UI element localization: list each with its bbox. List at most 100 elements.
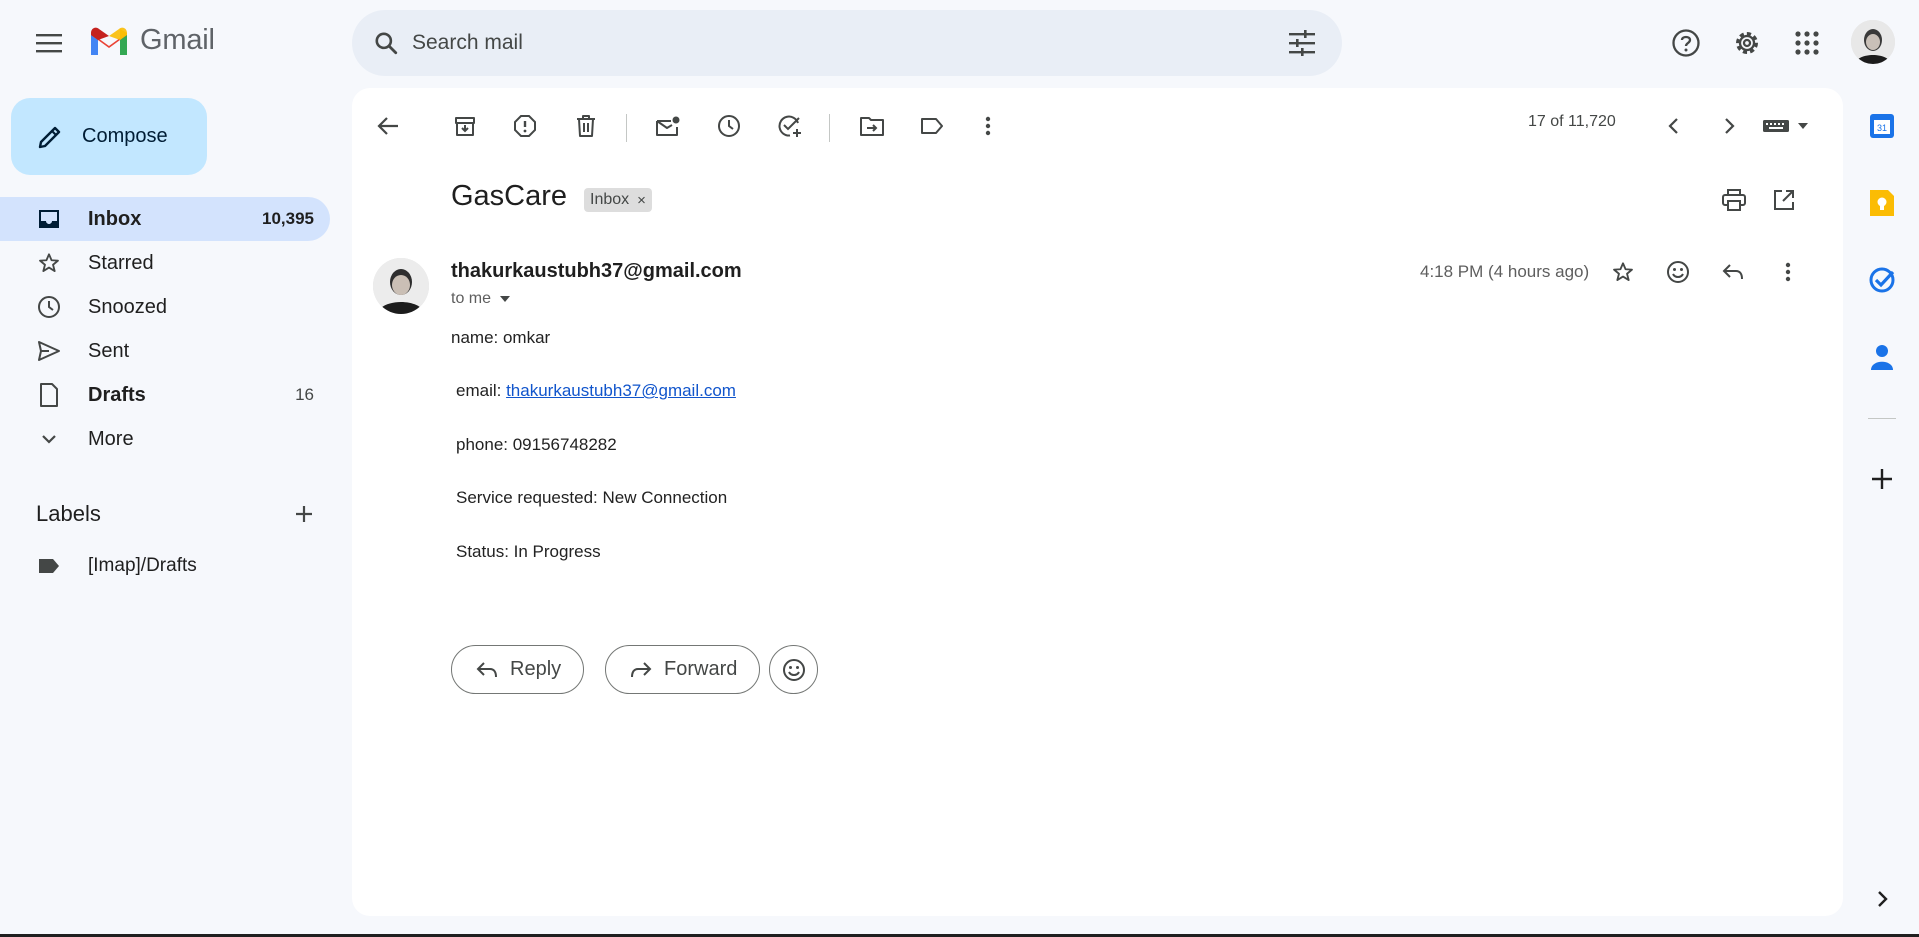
tasks-icon[interactable] (1864, 262, 1900, 298)
email-link[interactable]: thakurkaustubh37@gmail.com (506, 381, 736, 400)
emoji-icon (1667, 261, 1689, 283)
react-emoji-button[interactable] (769, 645, 818, 694)
back-button[interactable] (366, 104, 410, 148)
reply-label: Reply (510, 658, 562, 680)
app-name: Gmail (140, 24, 215, 56)
inbox-icon (36, 206, 62, 232)
labels-header: Labels (36, 498, 322, 530)
star-button[interactable] (1601, 250, 1645, 294)
gear-icon[interactable] (1723, 19, 1771, 67)
get-addons-icon[interactable] (1864, 461, 1900, 497)
more-options-button[interactable] (966, 104, 1010, 148)
main-menu-button[interactable] (25, 19, 73, 67)
search-input[interactable] (412, 31, 1232, 55)
sender-avatar[interactable] (373, 258, 429, 314)
add-reaction-button[interactable] (1656, 250, 1700, 294)
label-tag-icon (36, 553, 62, 579)
search-icon[interactable] (366, 23, 406, 63)
labels-title: Labels (36, 501, 101, 526)
labels-button[interactable] (910, 104, 954, 148)
printer-icon (1722, 189, 1746, 211)
sidebar-item-label: More (88, 427, 134, 450)
newer-button[interactable] (1652, 104, 1696, 148)
compose-label: Compose (82, 125, 168, 147)
caret-down-icon (1798, 123, 1808, 129)
sidebar-item-drafts[interactable]: Drafts 16 (0, 373, 330, 417)
sender-email[interactable]: thakurkaustubh37@gmail.com (451, 260, 742, 283)
apps-grid-icon[interactable] (1783, 19, 1831, 67)
gmail-logo[interactable]: Gmail (88, 24, 215, 57)
message-view: 17 of 11,720 GasCare Inbox × thakurkaust… (352, 88, 1843, 916)
archive-button[interactable] (443, 104, 487, 148)
forward-icon (631, 661, 652, 677)
help-icon[interactable] (1662, 19, 1710, 67)
move-to-button[interactable] (850, 104, 894, 148)
delete-button[interactable] (564, 104, 608, 148)
keep-notes-icon[interactable] (1864, 185, 1900, 221)
body-line-email: email: thakurkaustubh37@gmail.com (456, 381, 736, 401)
chevron-down-icon (36, 426, 62, 452)
open-new-window-button[interactable] (1762, 178, 1806, 222)
contacts-icon[interactable] (1864, 339, 1900, 375)
body-line-phone: phone: 09156748282 (456, 435, 617, 454)
account-avatar[interactable] (1851, 20, 1895, 64)
show-side-panel-icon[interactable] (1864, 881, 1900, 917)
remove-label-icon[interactable]: × (637, 192, 646, 209)
compose-button[interactable]: Compose (11, 98, 207, 175)
reply-button[interactable]: Reply (451, 645, 585, 694)
chevron-left-icon (1668, 118, 1678, 134)
sidebar-item-sent[interactable]: Sent (0, 329, 330, 373)
message-more-button[interactable] (1766, 250, 1810, 294)
snooze-button[interactable] (707, 104, 751, 148)
report-spam-button[interactable] (503, 104, 547, 148)
sidebar-item-label: Snoozed (88, 295, 167, 318)
sidebar-item-label: Sent (88, 339, 130, 362)
print-all-button[interactable] (1712, 178, 1756, 222)
reply-icon (476, 661, 497, 677)
email-subject: GasCare (451, 180, 568, 212)
sidebar-item-label: Starred (88, 251, 154, 274)
label-icon (921, 118, 943, 134)
mark-unread-button[interactable] (646, 104, 690, 148)
spam-alert-icon (514, 115, 536, 137)
search-options-icon[interactable] (1286, 27, 1318, 59)
inbox-label-chip[interactable]: Inbox × (584, 188, 652, 212)
label-item-imap-drafts[interactable]: [Imap]/Drafts (0, 544, 330, 588)
reply-icon-button[interactable] (1711, 250, 1755, 294)
plus-icon (296, 506, 312, 522)
body-line-service: Service requested: New Connection (456, 488, 728, 507)
search-bar[interactable] (352, 10, 1342, 76)
sidebar-item-snoozed[interactable]: Snoozed (0, 285, 330, 329)
body-line-name: name: omkar (451, 328, 551, 347)
calendar-icon[interactable]: 31 (1864, 108, 1900, 144)
create-label-button[interactable] (286, 498, 322, 530)
mail-unread-icon (656, 116, 680, 136)
body-email-prefix: email: (456, 381, 507, 400)
chip-label: Inbox (590, 191, 630, 208)
forward-button[interactable]: Forward (605, 645, 761, 694)
add-task-icon (778, 115, 801, 137)
chevron-right-icon (1725, 118, 1735, 134)
older-button[interactable] (1707, 104, 1751, 148)
recipient-line: to me (451, 290, 511, 308)
more-vertical-icon (985, 116, 991, 136)
toolbar-divider (829, 114, 830, 142)
arrow-left-icon (377, 117, 398, 135)
sidebar-item-inbox[interactable]: Inbox 10,395 (0, 197, 330, 241)
input-tools-button[interactable] (1756, 104, 1816, 148)
email-timestamp: 4:18 PM (4 hours ago) (1420, 262, 1590, 281)
sidebar-item-label: Drafts (88, 383, 146, 406)
send-icon (36, 338, 62, 364)
body-line-status: Status: In Progress (456, 542, 601, 561)
archive-icon (455, 117, 475, 136)
clock-icon (718, 115, 740, 137)
move-folder-icon (860, 117, 884, 136)
add-to-tasks-button[interactable] (768, 104, 812, 148)
sidebar-nav: Inbox 10,395 Starred Snoozed Sent Drafts… (0, 197, 330, 461)
sidebar-item-starred[interactable]: Starred (0, 241, 330, 285)
sidebar-item-more[interactable]: More (0, 417, 330, 461)
clock-icon (36, 294, 62, 320)
show-details-icon[interactable] (499, 295, 511, 303)
star-icon (1613, 262, 1633, 281)
emoji-icon (782, 658, 805, 681)
